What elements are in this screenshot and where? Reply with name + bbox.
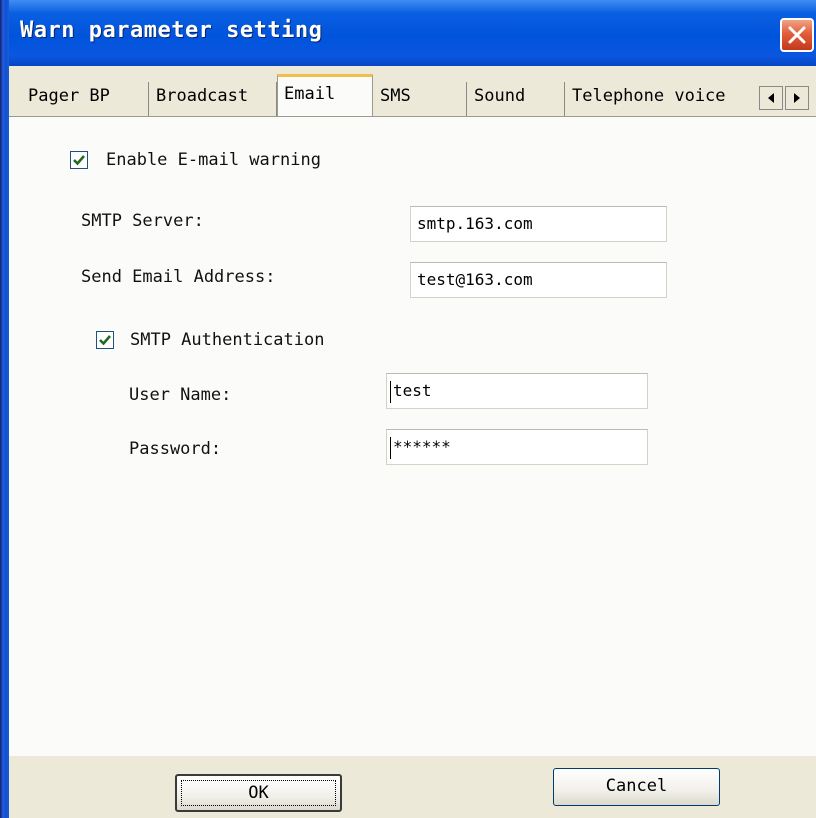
- tab-pager-bp[interactable]: Pager BP: [21, 82, 149, 116]
- scroll-right-icon: [794, 93, 800, 103]
- window-title: Warn parameter setting: [20, 18, 323, 43]
- tab-sms[interactable]: SMS: [373, 82, 467, 116]
- scroll-left-button[interactable]: [759, 86, 783, 110]
- cancel-button-label: Cancel: [605, 776, 668, 796]
- password-value: ******: [393, 437, 451, 456]
- smtp-server-input[interactable]: smtp.163.com: [410, 206, 667, 242]
- smtp-authentication-checkbox[interactable]: [96, 331, 114, 349]
- text-cursor: [390, 437, 391, 459]
- tab-scroll-arrows: [759, 86, 811, 114]
- checkmark-icon: [99, 335, 111, 346]
- password-input[interactable]: ******: [386, 429, 648, 465]
- user-name-label: User Name:: [129, 385, 232, 405]
- scroll-right-button[interactable]: [785, 86, 809, 110]
- enable-email-checkbox[interactable]: [70, 151, 88, 169]
- tab-broadcast[interactable]: Broadcast: [149, 82, 277, 116]
- cancel-button[interactable]: Cancel: [553, 768, 720, 806]
- checkmark-icon: [73, 155, 85, 166]
- scroll-left-icon: [768, 93, 774, 103]
- close-button[interactable]: [780, 18, 814, 52]
- tab-sound[interactable]: Sound: [467, 82, 565, 116]
- warn-parameter-dialog: Warn parameter setting Pager BP Broadcas…: [0, 0, 816, 818]
- smtp-authentication-label: SMTP Authentication: [130, 330, 325, 350]
- title-bar[interactable]: Warn parameter setting: [0, 0, 816, 66]
- tab-email[interactable]: Email: [277, 74, 373, 120]
- tab-telephone-voice[interactable]: Telephone voice: [565, 82, 759, 116]
- ok-button-label: OK: [248, 783, 269, 803]
- ok-button[interactable]: OK: [175, 774, 342, 812]
- close-icon: [788, 26, 806, 44]
- text-cursor: [390, 381, 391, 403]
- user-name-value: test: [393, 381, 432, 400]
- send-email-address-label: Send Email Address:: [81, 267, 276, 287]
- email-tab-panel: Enable E-mail warning SMTP Server: smtp.…: [9, 116, 816, 756]
- password-label: Password:: [129, 439, 222, 459]
- window-left-border: [0, 0, 9, 818]
- send-email-address-input[interactable]: test@163.com: [410, 262, 667, 298]
- enable-email-label: Enable E-mail warning: [106, 150, 321, 170]
- button-bar: OK Cancel: [9, 756, 816, 818]
- smtp-server-label: SMTP Server:: [81, 211, 204, 231]
- user-name-input[interactable]: test: [386, 373, 648, 409]
